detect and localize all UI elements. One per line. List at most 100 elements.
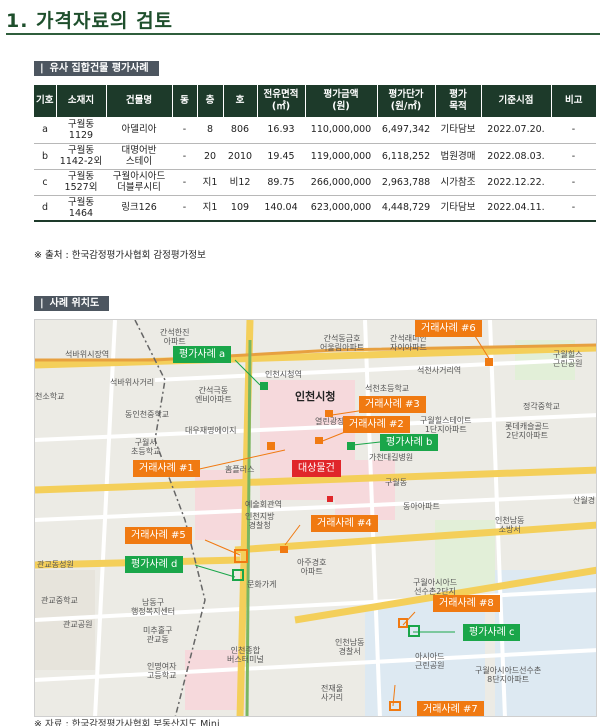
callout-sale-3[interactable]: 거래사례 #3: [359, 396, 426, 413]
table-cell: 4,448,729: [377, 195, 435, 222]
column-header: 기호: [34, 85, 56, 117]
table-cell: 110,000,000: [305, 117, 377, 144]
table-cell: -: [172, 195, 197, 222]
place-label: 구월힐스테이트 1단지아파트: [420, 416, 472, 434]
sale-marker-3: [325, 410, 333, 417]
place-label: 관교중학교: [41, 596, 78, 605]
place-label: 구월아시아드 선수촌2단지: [413, 578, 458, 596]
table-cell: 2022.04.11.: [481, 195, 551, 222]
table-cell: 구월동 1464: [56, 195, 106, 222]
table-cell: 비12: [223, 169, 257, 196]
appraisal-marker-a: [260, 382, 268, 390]
column-header: 평가 목적: [434, 85, 481, 117]
table-cell: 시가참조: [435, 169, 481, 196]
place-label: 아주경호 아파트: [297, 558, 327, 576]
table-cell: a: [34, 117, 56, 144]
table-cell: 지1: [197, 169, 223, 196]
callout-sale-8[interactable]: 거래사례 #8: [433, 595, 500, 612]
table-cell: 2010: [223, 143, 257, 170]
column-header: 건물명: [105, 85, 172, 117]
place-label: 간석극동 엔비아파트: [195, 386, 232, 404]
place-label: 산월경: [573, 496, 596, 505]
place-label: 구월아시아드선수촌 8단지아파트: [475, 666, 542, 684]
place-label: 간석동금호 어울림아파트: [320, 334, 365, 352]
place-label: 석천사거리역: [417, 366, 462, 375]
callout-appraisal-c[interactable]: 평가사례 c: [463, 624, 521, 641]
table-cell: 지1: [197, 195, 223, 222]
column-header: 호: [222, 85, 257, 117]
callout-sale-4[interactable]: 거래사례 #4: [311, 515, 378, 532]
callout-sale-5[interactable]: 거래사례 #5: [125, 527, 192, 544]
section-marker: |: [40, 298, 44, 309]
page-title: 1. 가격자료의 검토: [6, 10, 174, 32]
table-section-heading: | 유사 집합건물 평가사례: [34, 61, 159, 76]
source-note: ※ 출처 : 한국감정평가사협회 감정평가정보: [34, 250, 206, 261]
column-header: 소재지: [55, 85, 106, 117]
table-cell: -: [172, 117, 197, 144]
callout-appraisal-a[interactable]: 평가사례 a: [173, 346, 232, 363]
table-cell: 기타담보: [435, 117, 481, 144]
place-label: 동아아파트: [403, 502, 440, 511]
place-label: 구월힐스 근린공원: [553, 350, 583, 368]
place-label: 구월서 초등학교: [131, 438, 161, 456]
place-label: 인천남동 경찰서: [335, 638, 365, 656]
table-cell: 89.75: [257, 169, 305, 196]
table-cell: 2022.08.03.: [481, 143, 551, 170]
map-credit: ※ 자료 : 한국감정평가사협회 부동산지도 Mini: [34, 719, 220, 726]
section-label: 유사 집합건물 평가사례: [49, 63, 149, 74]
table-cell: 8: [197, 117, 223, 144]
table-cell: -: [172, 143, 197, 170]
place-label: 천소학교: [35, 392, 65, 401]
table-cell: 266,000,000: [305, 169, 377, 196]
place-label: 간석한진 아파트: [160, 328, 190, 346]
column-header: 동: [171, 85, 197, 117]
sale-marker-4: [280, 546, 288, 553]
table-cell: 19.45: [257, 143, 305, 170]
callout-sale-6[interactable]: 거래사례 #6: [415, 320, 482, 337]
table-cell: 기타담보: [435, 195, 481, 222]
place-label: 홈플러스: [225, 465, 255, 474]
table-cell: 2022.07.20.: [481, 117, 551, 144]
table-cell: 109: [223, 195, 257, 222]
table-row: a 구월동 1129 아델리아 -8 806 16.93 110,000,000 6,497,…: [34, 117, 596, 144]
callout-appraisal-b[interactable]: 평가사례 b: [380, 434, 439, 451]
table-cell: 2,963,788: [377, 169, 435, 196]
section-label: 사례 위치도: [49, 298, 100, 309]
table-cell: 구월동 1527외: [56, 169, 106, 196]
table-cell: 링크126: [106, 195, 172, 222]
place-label: 관교동성원: [37, 560, 74, 569]
place-label: 열린광장: [315, 417, 345, 426]
place-label: 미추홀구 관교동: [143, 626, 173, 644]
table-cell: 아델리아: [106, 117, 172, 144]
location-map[interactable]: 간석한진 아파트 간석동금호 어울림아파트 간석래미안 자이아파트 구월힐스 근…: [34, 319, 597, 717]
callout-appraisal-d[interactable]: 평가사례 d: [125, 556, 184, 573]
place-label: 인천시청: [295, 390, 336, 403]
place-label: 인명여자 고등학교: [147, 662, 177, 680]
callout-sale-7[interactable]: 거래사례 #7: [417, 701, 484, 716]
map-section-heading: | 사례 위치도: [34, 296, 110, 311]
table-cell: 16.93: [257, 117, 305, 144]
table-cell: 806: [223, 117, 257, 144]
callout-sale-2[interactable]: 거래사례 #2: [343, 416, 410, 433]
sale-marker-6: [485, 358, 493, 366]
column-header: 비고: [550, 85, 596, 117]
table-cell: b: [34, 143, 56, 170]
place-label: 석바위시장역: [65, 350, 110, 359]
callout-target[interactable]: 대상물건: [292, 460, 341, 477]
table-cell: 대명어반 스테이: [106, 143, 172, 170]
place-label: 예술회관역: [245, 500, 282, 509]
column-header: 전유면적 (㎡): [256, 85, 305, 117]
place-label: 인천남동 소방서: [495, 516, 525, 534]
table-cell: 119,000,000: [305, 143, 377, 170]
table-cell: 2022.12.22.: [481, 169, 551, 196]
table-cell: 6,497,342: [377, 117, 435, 144]
place-label: 전재울 사거리: [321, 684, 344, 702]
place-label: 인천지방 경찰청: [245, 512, 275, 530]
column-header: 층: [196, 85, 223, 117]
table-row: c 구월동 1527외 구월아시아드 더블루시티 - 지1 비12 89.75 266,000…: [34, 169, 596, 196]
callout-sale-1[interactable]: 거래사례 #1: [133, 460, 200, 477]
title-rule: [6, 33, 600, 35]
place-label: 롯데캐슬골드 2단지아파트: [505, 422, 550, 440]
table-cell: 구월동 1142-2외: [56, 143, 106, 170]
place-label: 가천대길병원: [369, 453, 414, 462]
